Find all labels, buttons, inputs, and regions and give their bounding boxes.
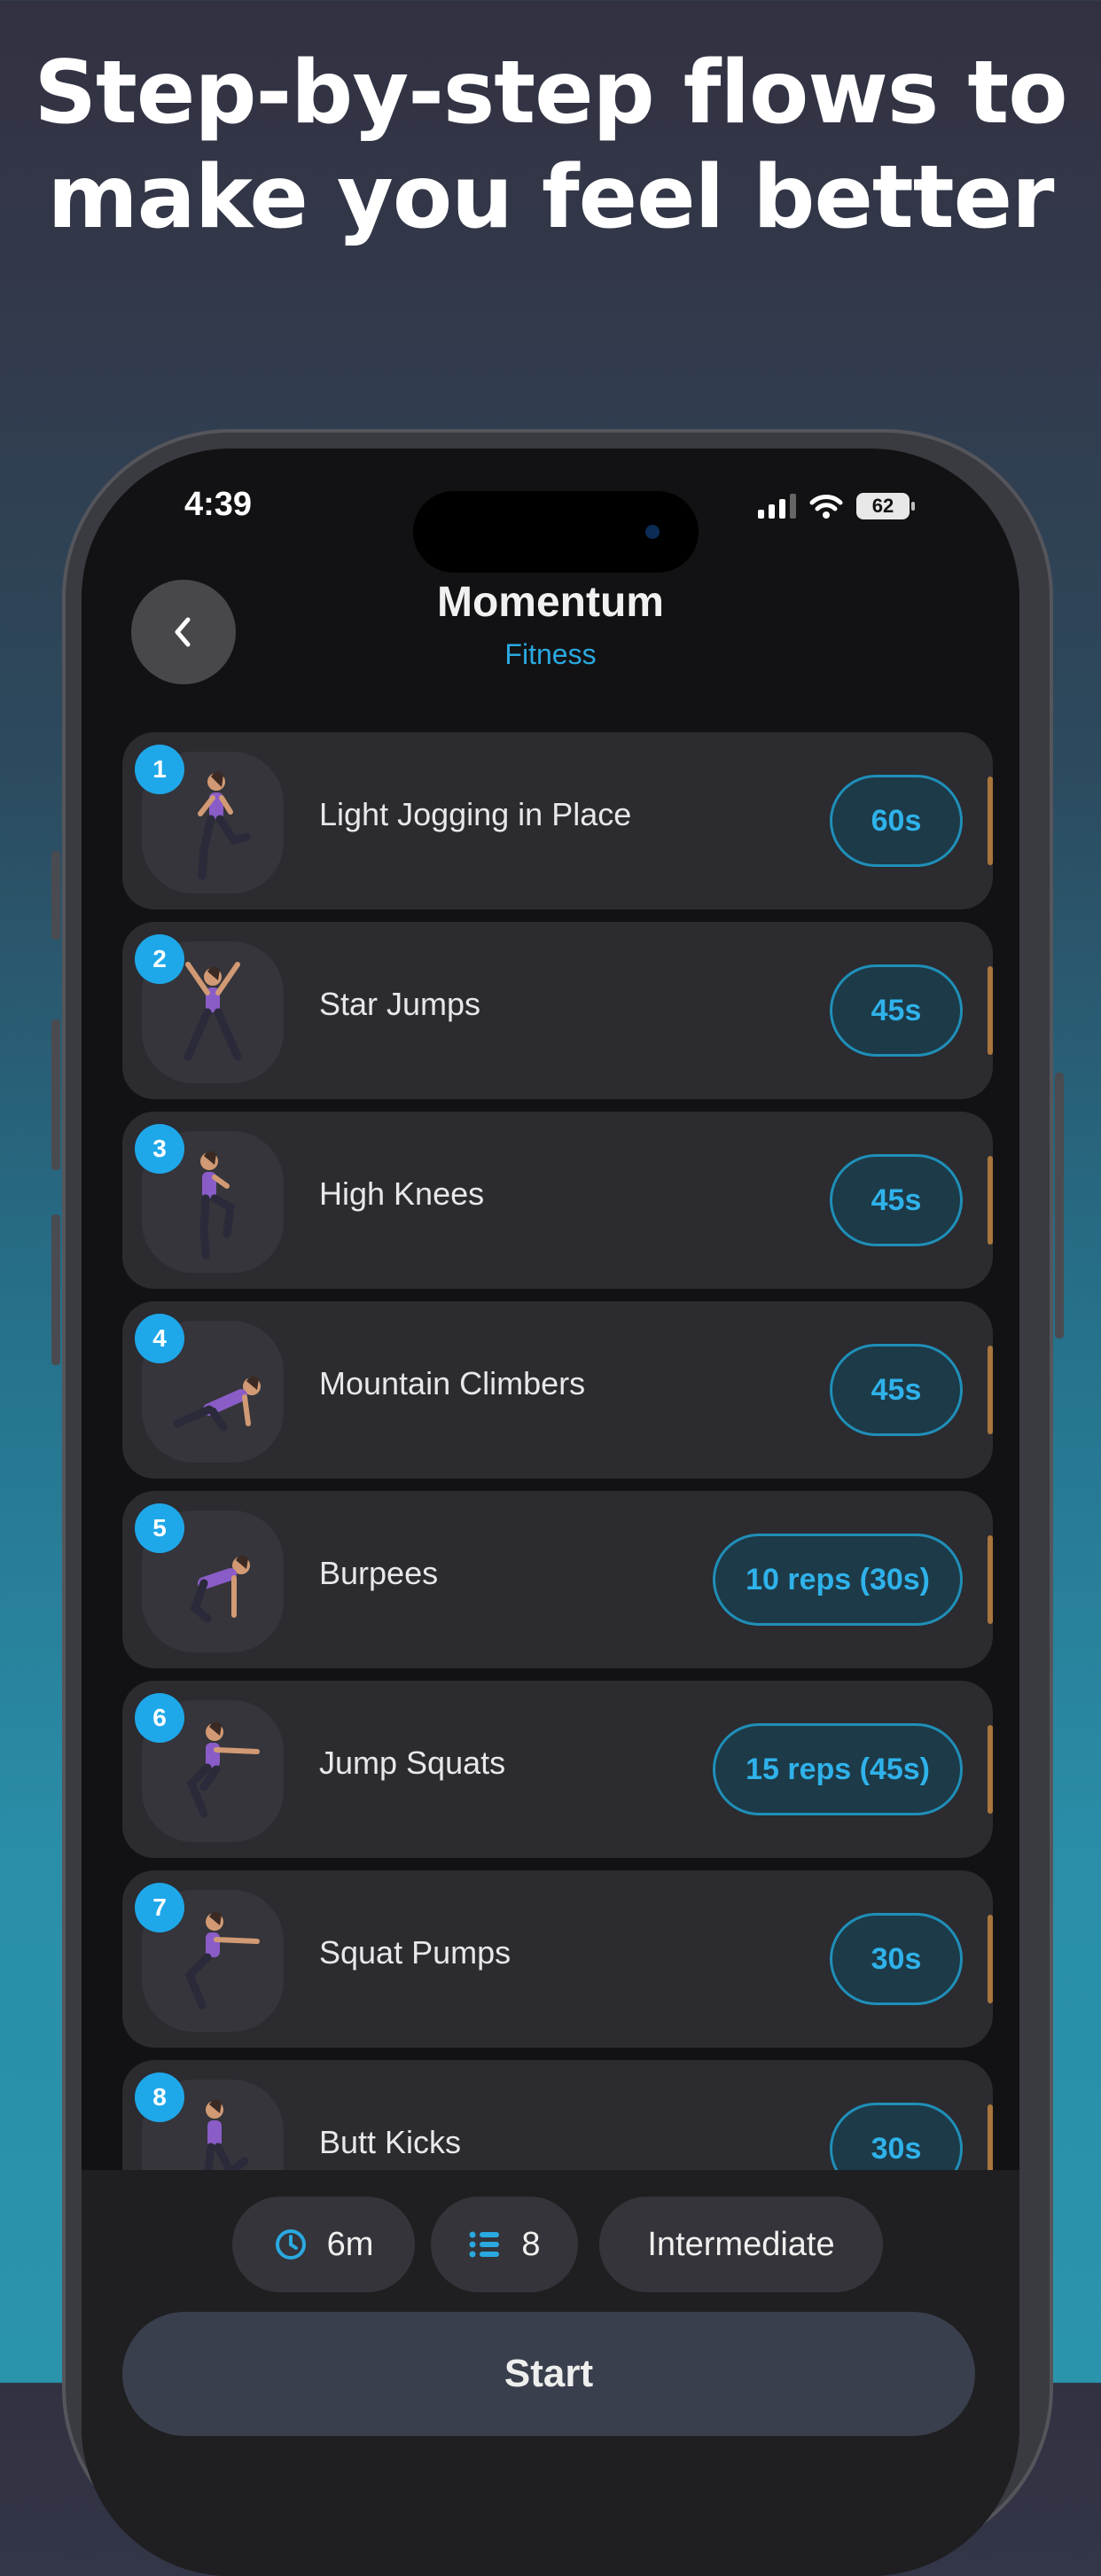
page-category: Fitness xyxy=(504,638,597,670)
exercise-drag-handle[interactable] xyxy=(988,966,993,1055)
exercise-number: 3 xyxy=(135,1124,184,1174)
exercise-name: Butt Kicks xyxy=(319,2124,462,2160)
phone-volume-up-button xyxy=(51,1019,60,1170)
exercise-row[interactable]: 3 High Knees 45s xyxy=(122,1112,993,1289)
exercise-duration: 45s xyxy=(830,1154,963,1246)
clock-icon xyxy=(275,2229,306,2260)
headline-line-2: make you feel better xyxy=(47,147,1055,248)
phone-power-button xyxy=(1055,1073,1064,1339)
exercise-duration: 45s xyxy=(830,964,963,1057)
exercise-number: 1 xyxy=(135,745,184,794)
exercise-number: 7 xyxy=(135,1883,184,1932)
exercise-drag-handle[interactable] xyxy=(988,1725,993,1814)
signal-icon xyxy=(758,494,796,519)
exercise-drag-handle[interactable] xyxy=(988,1535,993,1624)
exercise-name: Jump Squats xyxy=(319,1745,506,1781)
exercise-duration: 10 reps (30s) xyxy=(713,1534,963,1626)
list-icon xyxy=(469,2231,500,2258)
bottom-panel: 6m 8 Intermediate Start xyxy=(82,2170,1019,2576)
exercise-row[interactable]: 6 Jump Squats 15 reps (45s) xyxy=(122,1681,993,1858)
duration-value: 6m xyxy=(326,2225,374,2263)
exercise-number: 4 xyxy=(135,1314,184,1363)
exercise-duration: 60s xyxy=(830,775,963,867)
exercise-number: 6 xyxy=(135,1693,184,1743)
exercise-duration: 15 reps (45s) xyxy=(713,1723,963,1815)
exercise-drag-handle[interactable] xyxy=(988,1915,993,2003)
exercise-name: Mountain Climbers xyxy=(319,1365,586,1401)
exercise-drag-handle[interactable] xyxy=(988,1156,993,1245)
exercise-number: 2 xyxy=(135,934,184,984)
status-time: 4:39 xyxy=(184,486,253,523)
exercise-number: 5 xyxy=(135,1503,184,1553)
phone-volume-down-button xyxy=(51,1214,60,1365)
exercise-name: Star Jumps xyxy=(319,986,481,1022)
exercise-duration: 30s xyxy=(830,1913,963,2005)
exercise-name: Burpees xyxy=(319,1555,439,1591)
exercise-name: High Knees xyxy=(319,1175,485,1212)
level-value: Intermediate xyxy=(647,2225,835,2263)
headline: Step-by-step flows to make you feel bett… xyxy=(0,41,1101,250)
exercise-number: 8 xyxy=(135,2073,184,2122)
exercise-row[interactable]: 1 Light Jogging in Place 60s xyxy=(122,732,993,909)
exercise-name: Squat Pumps xyxy=(319,1934,511,1971)
phone-screen: 4:39 62 Momentum Fitness 1 Light Jogging… xyxy=(82,449,1019,2576)
level-chip: Intermediate xyxy=(599,2197,883,2292)
step-count-chip: 8 xyxy=(431,2197,578,2292)
wifi-icon xyxy=(809,495,843,519)
status-icons: 62 xyxy=(758,493,915,519)
page-title: Momentum xyxy=(437,579,664,626)
camera-dot xyxy=(645,525,660,539)
exercise-row[interactable]: 2 Star Jumps 45s xyxy=(122,922,993,1099)
duration-chip: 6m xyxy=(232,2197,415,2292)
battery-icon: 62 xyxy=(856,493,915,519)
exercise-drag-handle[interactable] xyxy=(988,777,993,865)
step-count-value: 8 xyxy=(521,2225,541,2263)
start-button[interactable]: Start xyxy=(122,2312,975,2436)
exercise-row[interactable]: 5 Burpees 10 reps (30s) xyxy=(122,1491,993,1668)
exercise-duration: 45s xyxy=(830,1344,963,1436)
dynamic-island xyxy=(413,491,699,573)
phone-side-button xyxy=(51,851,60,940)
headline-line-1: Step-by-step flows to xyxy=(34,43,1067,144)
exercise-name: Light Jogging in Place xyxy=(319,796,632,832)
exercise-drag-handle[interactable] xyxy=(988,1346,993,1434)
exercise-row[interactable]: 7 Squat Pumps 30s xyxy=(122,1870,993,2048)
exercise-row[interactable]: 4 Mountain Climbers 45s xyxy=(122,1301,993,1479)
